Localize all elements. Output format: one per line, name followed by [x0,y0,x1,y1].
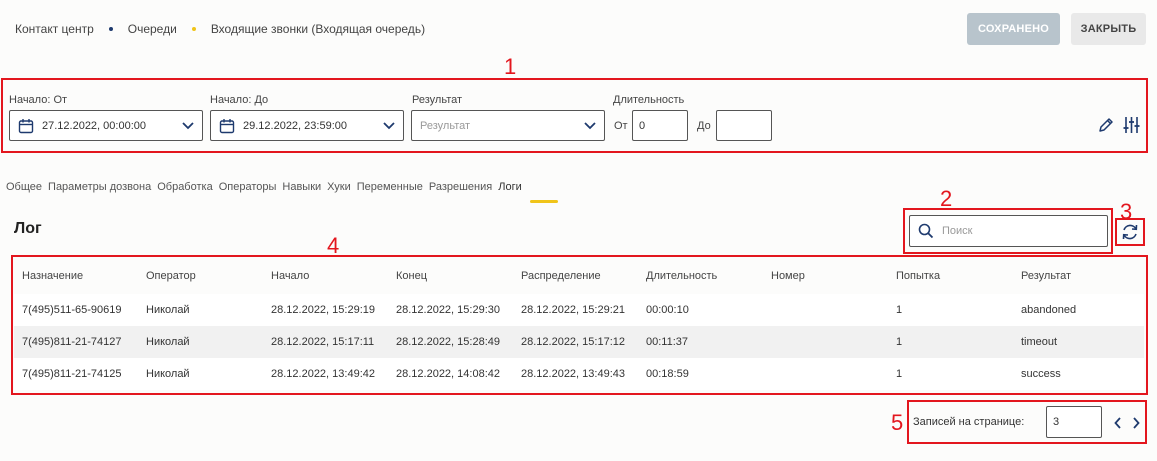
tab-bar: Общее Параметры дозвона Обработка Операт… [6,181,528,193]
cell-distribution: 28.12.2022, 15:17:12 [513,326,638,358]
cell-start: 28.12.2022, 13:49:42 [263,358,388,390]
tab-processing[interactable]: Обработка [157,181,212,193]
col-number[interactable]: Номер [763,258,888,294]
cell-operator: Николай [138,294,263,326]
saved-button[interactable]: СОХРАНЕНО [967,13,1060,45]
tab-operators[interactable]: Операторы [219,181,277,193]
active-tab-indicator [530,200,558,203]
rows-per-page-label: Записей на странице: [913,416,1025,428]
chevron-down-icon [584,121,596,129]
cell-end: 28.12.2022, 15:28:49 [388,326,513,358]
col-operator[interactable]: Оператор [138,258,263,294]
cell-attempt: 1 [888,358,1013,390]
cell-duration: 00:00:10 [638,294,763,326]
cell-end: 28.12.2022, 14:08:42 [388,358,513,390]
cell-destination: 7(495)811-21-74125 [14,358,138,390]
cell-destination: 7(495)811-21-74127 [14,326,138,358]
duration-from-input[interactable]: 0 [632,110,688,141]
start-to-label: Начало: До [210,94,269,106]
cell-number [763,358,888,390]
duration-label: Длительность [613,94,685,106]
col-distribution[interactable]: Распределение [513,258,638,294]
breadcrumb-separator [191,27,196,31]
cell-attempt: 1 [888,326,1013,358]
col-destination[interactable]: Назначение [14,258,138,294]
chevron-right-icon[interactable] [1132,417,1140,429]
log-table: Назначение Оператор Начало Конец Распред… [14,258,1144,390]
chevron-down-icon [182,121,194,129]
tab-permissions[interactable]: Разрешения [429,181,492,193]
duration-to-input[interactable] [716,110,772,141]
col-attempt[interactable]: Попытка [888,258,1013,294]
annotation-1: 1 [504,54,517,79]
col-duration[interactable]: Длительность [638,258,763,294]
cell-end: 28.12.2022, 15:29:30 [388,294,513,326]
annotation-5: 5 [891,410,904,435]
table-row[interactable]: 7(495)811-21-74125 Николай 28.12.2022, 1… [14,358,1144,390]
tab-logs[interactable]: Логи [498,181,522,193]
col-end[interactable]: Конец [388,258,513,294]
result-placeholder: Результат [420,119,471,132]
duration-from-value: 0 [639,119,646,132]
cell-result: abandoned [1013,294,1144,326]
result-select[interactable]: Результат [411,110,605,141]
cell-duration: 00:18:59 [638,358,763,390]
rows-per-page-input[interactable]: 3 [1046,406,1102,438]
breadcrumb-current: Входящие звонки (Входящая очередь) [210,22,426,36]
cell-distribution: 28.12.2022, 15:29:21 [513,294,638,326]
rows-per-page-value: 3 [1053,416,1060,428]
result-label: Результат [412,94,463,106]
col-result[interactable]: Результат [1013,258,1144,294]
breadcrumb-queues[interactable]: Очереди [128,22,177,36]
start-from-input[interactable]: 27.12.2022, 00:00:00 [9,110,203,141]
start-from-value: 27.12.2022, 00:00:00 [42,119,146,132]
search-input[interactable]: Поиск [909,215,1108,247]
start-to-value: 29.12.2022, 23:59:00 [243,119,347,132]
col-start[interactable]: Начало [263,258,388,294]
table-header-row: Назначение Оператор Начало Конец Распред… [14,258,1144,294]
breadcrumb: Контакт центр Очереди Входящие звонки (В… [15,22,425,36]
cell-result: timeout [1013,326,1144,358]
cell-destination: 7(495)511-65-90619 [14,294,138,326]
cell-start: 28.12.2022, 15:17:11 [263,326,388,358]
start-from-label: Начало: От [9,94,68,106]
cell-duration: 00:11:37 [638,326,763,358]
log-title: Лог [14,220,42,237]
cell-number [763,294,888,326]
cell-result: success [1013,358,1144,390]
duration-to-label: До [697,120,711,132]
search-placeholder: Поиск [942,225,973,237]
tab-dial-params[interactable]: Параметры дозвона [48,181,151,193]
duration-from-label: От [614,120,628,132]
calendar-icon [219,118,235,133]
calendar-icon [18,118,34,133]
table-row[interactable]: 7(495)511-65-90619 Николай 28.12.2022, 1… [14,294,1144,326]
breadcrumb-separator [108,27,113,31]
filter-settings-icon[interactable] [1123,116,1140,134]
refresh-icon[interactable] [1121,223,1139,241]
tab-general[interactable]: Общее [6,181,42,193]
tab-hooks[interactable]: Хуки [327,181,351,193]
cell-number [763,326,888,358]
cell-start: 28.12.2022, 15:29:19 [263,294,388,326]
cell-operator: Николай [138,326,263,358]
search-icon [918,223,934,239]
cell-distribution: 28.12.2022, 13:49:43 [513,358,638,390]
chevron-left-icon[interactable] [1114,417,1122,429]
pencil-icon[interactable] [1098,117,1114,133]
tab-skills[interactable]: Навыки [282,181,321,193]
close-button[interactable]: ЗАКРЫТЬ [1071,13,1146,45]
breadcrumb-contact-center[interactable]: Контакт центр [15,22,94,36]
chevron-down-icon [383,121,395,129]
tab-variables[interactable]: Переменные [357,181,423,193]
cell-operator: Николай [138,358,263,390]
table-row[interactable]: 7(495)811-21-74127 Николай 28.12.2022, 1… [14,326,1144,358]
cell-attempt: 1 [888,294,1013,326]
start-to-input[interactable]: 29.12.2022, 23:59:00 [210,110,404,141]
